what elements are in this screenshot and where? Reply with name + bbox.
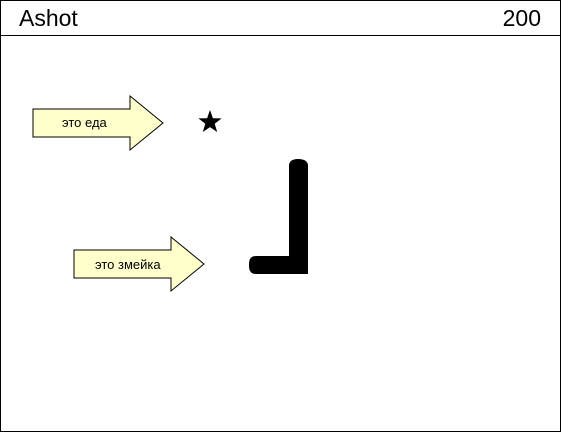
game-header: Ashot 200: [1, 1, 560, 36]
game-window: Ashot 200 это еда это змейка: [0, 0, 561, 432]
snake-callout-label: это змейка: [95, 257, 161, 272]
snake: [248, 158, 310, 276]
food-callout: это еда: [32, 95, 165, 153]
score-counter: 200: [502, 5, 541, 31]
snake-callout: это змейка: [73, 236, 206, 294]
player-name: Ashot: [19, 5, 78, 31]
food-callout-label: это еда: [62, 115, 107, 130]
food-star-icon: [197, 109, 223, 135]
game-board: это еда это змейка: [1, 36, 560, 431]
